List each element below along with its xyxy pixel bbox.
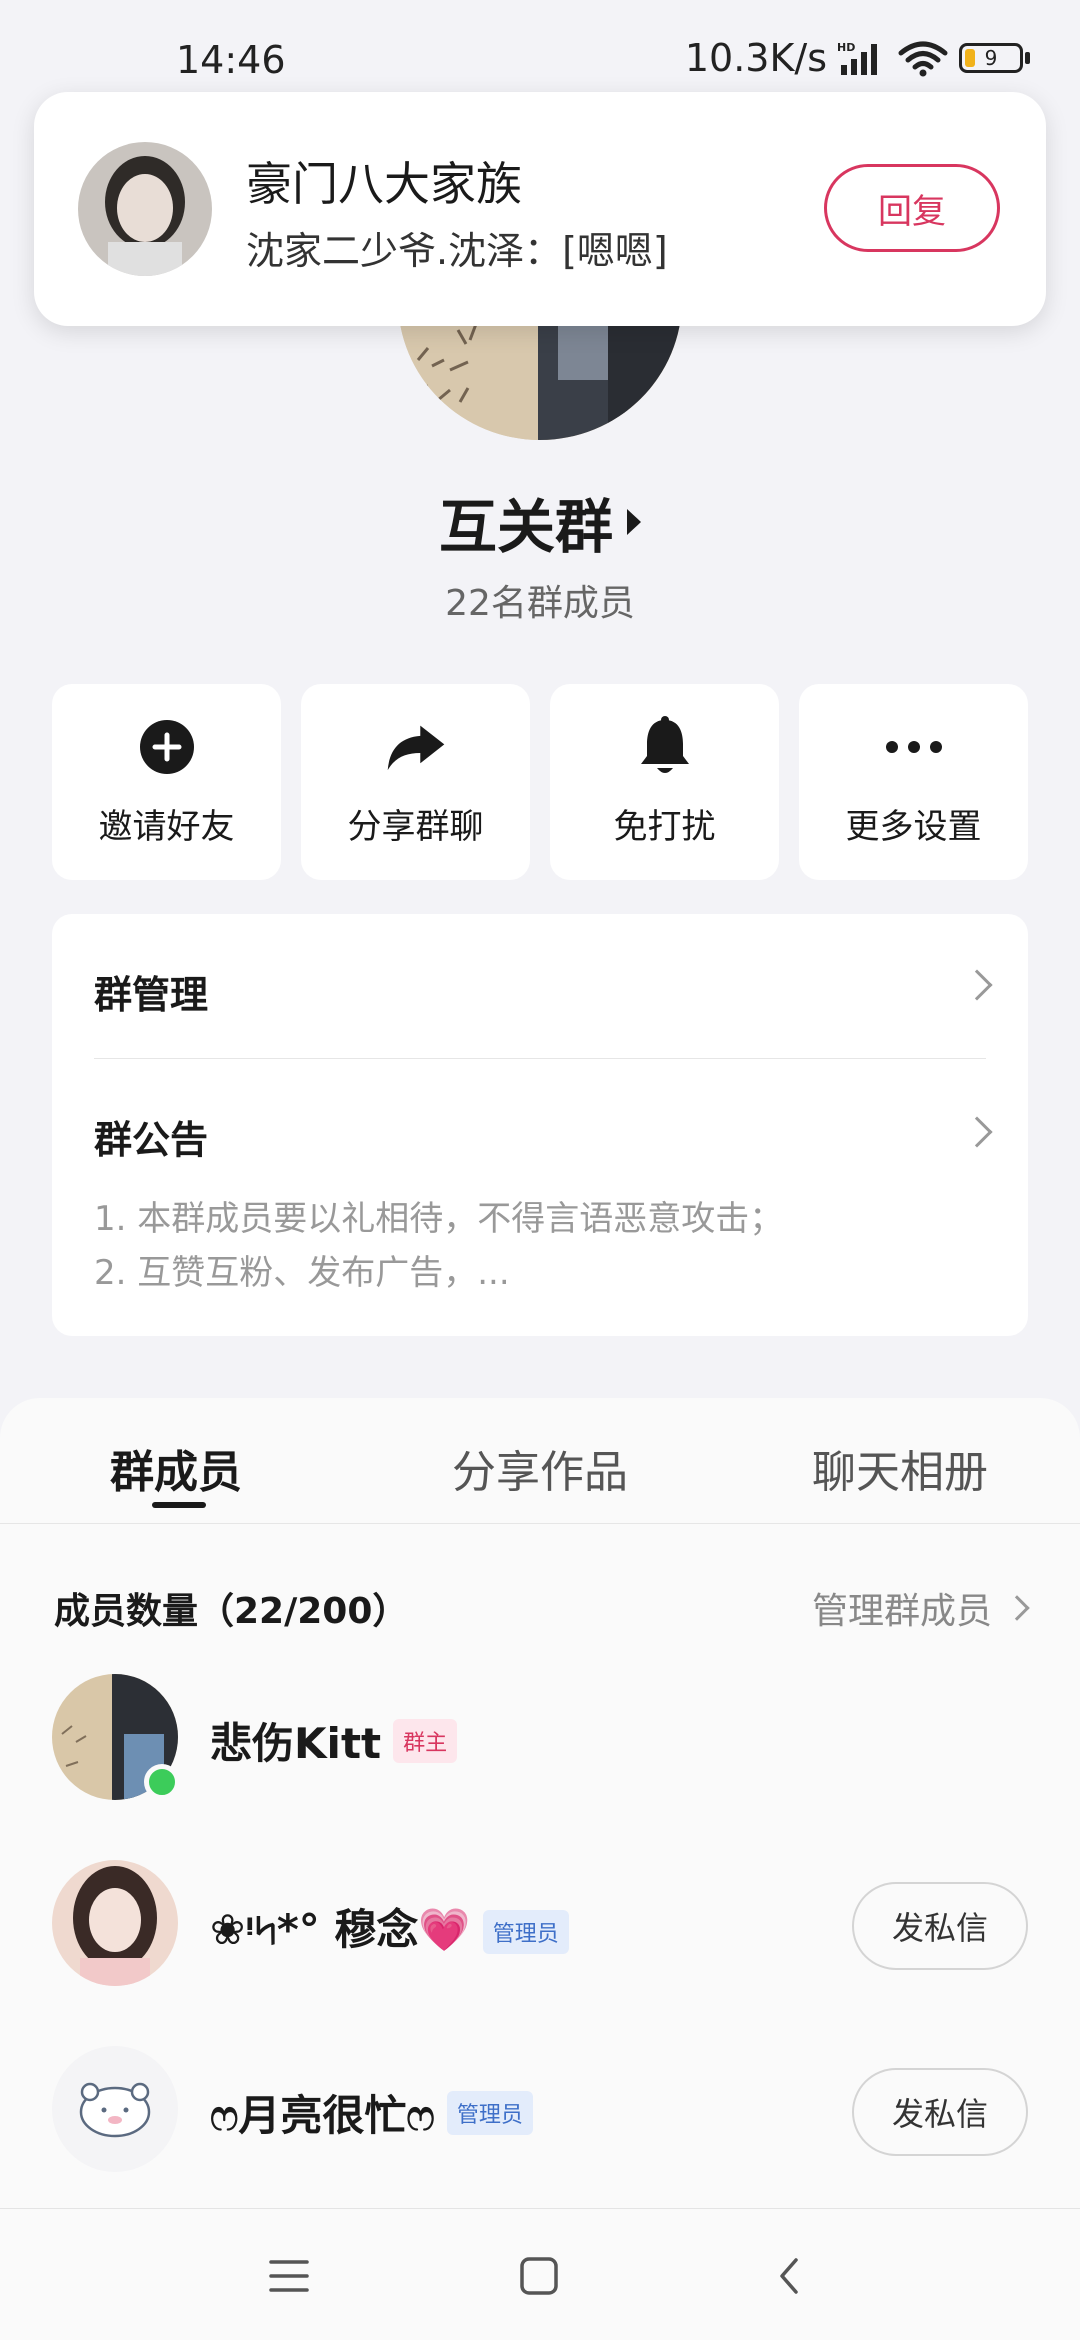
notification-title: 豪门八大家族 bbox=[246, 157, 522, 211]
group-member-count: 22名群成员 bbox=[445, 583, 635, 624]
group-name: 互关群 bbox=[438, 493, 613, 561]
avatar[interactable] bbox=[52, 1860, 178, 1986]
chevron-right-icon bbox=[961, 1116, 993, 1148]
member-name: 悲伤Kitt bbox=[210, 1719, 382, 1768]
tab-shared-works[interactable]: 分享作品 bbox=[452, 1436, 628, 1500]
manage-members-label: 管理群成员 bbox=[811, 1591, 992, 1632]
admin-badge: 管理员 bbox=[446, 2090, 533, 2135]
action-label: 更多设置 bbox=[845, 806, 982, 847]
group-settings-card: 群管理 群公告 1. 本群成员要以礼相待，不得言语恶意攻击； 2. 互赞互粉、发… bbox=[52, 914, 1028, 1336]
send-dm-button[interactable]: 发私信 bbox=[852, 1882, 1028, 1970]
notice-line-2: 2. 互赞互粉、发布广告，... bbox=[94, 1253, 510, 1293]
members-sheet: 群成员 分享作品 聊天相册 成员数量（22/200） 管理群成员 悲伤Kitt … bbox=[0, 1398, 1080, 2340]
group-notice-label: 群公告 bbox=[94, 1118, 209, 1162]
online-status-dot bbox=[144, 1764, 180, 1800]
group-name-link[interactable]: 互关群 bbox=[0, 480, 1080, 564]
wifi-icon bbox=[897, 39, 949, 77]
bell-icon bbox=[635, 715, 695, 777]
group-notice-row[interactable]: 群公告 1. 本群成员要以礼相待，不得言语恶意攻击； 2. 互赞互粉、发布广告，… bbox=[52, 1059, 1028, 1336]
action-label: 邀请好友 bbox=[98, 806, 235, 847]
notification-message: 沈家二少爷.沈泽：[嗯嗯] bbox=[246, 229, 668, 273]
battery-icon: 9 bbox=[959, 43, 1030, 73]
do-not-disturb-button[interactable]: 免打扰 bbox=[550, 684, 779, 880]
member-name-row: 悲伤Kitt 群主 bbox=[210, 1710, 458, 1771]
manage-members-link[interactable]: 管理群成员 bbox=[811, 1582, 1030, 1634]
active-tab-indicator bbox=[152, 1502, 206, 1508]
member-name-row: ෆ月亮很忙ෆ 管理员 bbox=[210, 2082, 533, 2143]
member-name: ෆ月亮很忙ෆ bbox=[210, 2091, 435, 2140]
more-dots-icon bbox=[884, 717, 944, 777]
tab-members[interactable]: 群成员 bbox=[110, 1436, 242, 1500]
caret-right-icon bbox=[627, 509, 641, 535]
member-row[interactable]: ❀ᵎ৸*° 穆念💗 管理员 发私信 bbox=[0, 1860, 1080, 1990]
status-time: 14:46 bbox=[176, 38, 286, 82]
hd-signal-icon: HD bbox=[837, 39, 887, 77]
group-manage-row[interactable]: 群管理 bbox=[52, 914, 1028, 1058]
network-speed: 10.3K/s bbox=[684, 36, 827, 80]
member-name-row: ❀ᵎ৸*° 穆念💗 管理员 bbox=[210, 1896, 569, 1968]
chevron-right-icon bbox=[1004, 1595, 1030, 1621]
group-actions: 邀请好友 分享群聊 免打扰 更多设置 bbox=[52, 684, 1028, 880]
owner-badge: 群主 bbox=[393, 1718, 458, 1763]
member-row[interactable]: 悲伤Kitt 群主 bbox=[0, 1674, 1080, 1804]
more-settings-button[interactable]: 更多设置 bbox=[799, 684, 1028, 880]
action-label: 免打扰 bbox=[613, 806, 716, 847]
action-label: 分享群聊 bbox=[347, 806, 484, 847]
avatar[interactable] bbox=[52, 2046, 178, 2172]
svg-text:HD: HD bbox=[837, 41, 855, 54]
system-nav-bar bbox=[0, 2208, 1080, 2340]
invite-friends-button[interactable]: 邀请好友 bbox=[52, 684, 281, 880]
member-name: ❀ᵎ৸*° 穆念💗 bbox=[210, 1905, 471, 1954]
member-count-header: 成员数量（22/200） bbox=[54, 1591, 409, 1632]
group-manage-label: 群管理 bbox=[94, 973, 209, 1017]
status-indicators: 10.3K/s HD 9 bbox=[685, 36, 1030, 80]
home-icon[interactable] bbox=[514, 2251, 564, 2301]
share-arrow-icon bbox=[386, 717, 446, 777]
send-dm-button[interactable]: 发私信 bbox=[852, 2068, 1028, 2156]
tab-bar: 群成员 分享作品 聊天相册 bbox=[0, 1398, 1080, 1524]
admin-badge: 管理员 bbox=[482, 1910, 569, 1954]
back-icon[interactable] bbox=[764, 2251, 814, 2301]
share-group-button[interactable]: 分享群聊 bbox=[301, 684, 530, 880]
plus-circle-icon bbox=[137, 717, 197, 777]
member-row[interactable]: ෆ月亮很忙ෆ 管理员 发私信 bbox=[0, 2046, 1080, 2176]
battery-level: 9 bbox=[984, 46, 998, 70]
reply-button[interactable]: 回复 bbox=[824, 164, 1000, 252]
chevron-right-icon bbox=[961, 969, 993, 1001]
message-notification[interactable]: 豪门八大家族 沈家二少爷.沈泽：[嗯嗯] 回复 bbox=[34, 92, 1046, 326]
notification-avatar bbox=[78, 142, 212, 276]
notice-line-1: 1. 本群成员要以礼相待，不得言语恶意攻击； bbox=[94, 1199, 784, 1239]
menu-icon[interactable] bbox=[264, 2251, 314, 2301]
tab-chat-album[interactable]: 聊天相册 bbox=[812, 1436, 988, 1500]
